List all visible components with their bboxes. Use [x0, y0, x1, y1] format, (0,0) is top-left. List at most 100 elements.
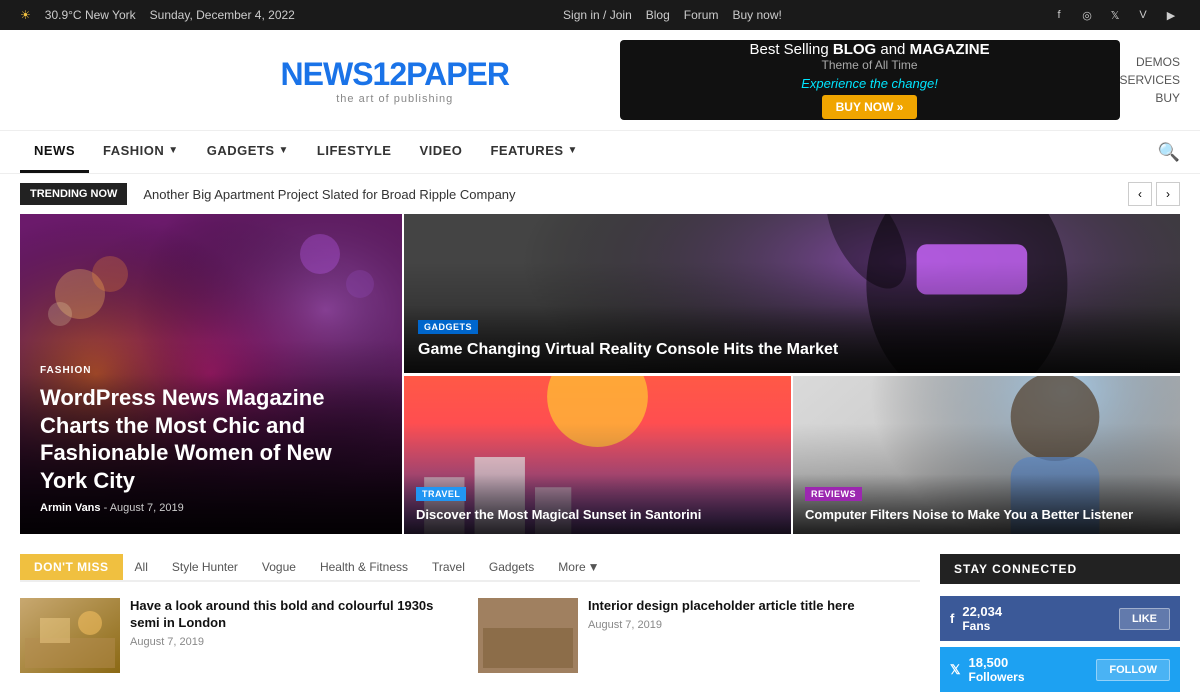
twitter-icon-connect: 𝕏	[950, 662, 960, 678]
top-bar: ☀ 30.9°C New York Sunday, December 4, 20…	[0, 0, 1200, 30]
article-thumb-2	[478, 598, 578, 673]
services-link[interactable]: SERVICES	[1120, 73, 1180, 87]
right-nav: DEMOS SERVICES BUY	[1120, 55, 1180, 105]
weather-icon: ☀	[20, 8, 31, 22]
facebook-like-button[interactable]: LIKE	[1119, 608, 1170, 630]
tab-travel[interactable]: Travel	[420, 554, 477, 580]
top-bar-nav: Sign in / Join Blog Forum Buy now!	[563, 8, 782, 22]
facebook-connect: f 22,034 Fans LIKE	[940, 596, 1180, 641]
nav-items: NEWS FASHION ▼ GADGETS ▼ LIFESTYLE VIDEO…	[20, 131, 592, 173]
trending-arrows: ‹ ›	[1128, 182, 1180, 206]
stay-connected: STAY CONNECTED f 22,034 Fans LIKE 𝕏 18,5…	[940, 554, 1180, 698]
santorini-category: TRAVEL	[416, 487, 466, 501]
vimeo-icon[interactable]: V	[1134, 6, 1152, 24]
header: NEWS12PAPER the art of publishing Best S…	[0, 30, 1200, 130]
twitter-follow-button[interactable]: FOLLOW	[1096, 659, 1170, 681]
demos-link[interactable]: DEMOS	[1136, 55, 1180, 69]
hero-overlay: FASHION WordPress News Magazine Charts t…	[20, 340, 402, 534]
trending-prev[interactable]: ‹	[1128, 182, 1152, 206]
tab-vogue[interactable]: Vogue	[250, 554, 308, 580]
youtube-icon[interactable]: ▶	[1162, 6, 1180, 24]
dont-miss-left: DON'T MISS All Style Hunter Vogue Health…	[20, 554, 920, 698]
reviews-card[interactable]: REVIEWS Computer Filters Noise to Make Y…	[793, 376, 1180, 534]
signin-link[interactable]: Sign in / Join	[563, 8, 632, 22]
trending-next[interactable]: ›	[1156, 182, 1180, 206]
vr-overlay: GADGETS Game Changing Virtual Reality Co…	[404, 305, 1180, 373]
facebook-icon[interactable]: f	[1050, 6, 1068, 24]
hero-bottom-right: TRAVEL Discover the Most Magical Sunset …	[404, 376, 1180, 535]
hero-title: WordPress News Magazine Charts the Most …	[40, 384, 382, 494]
ad-buy-button[interactable]: BUY NOW »	[822, 95, 918, 119]
santorini-title: Discover the Most Magical Sunset in Sant…	[416, 507, 779, 524]
tab-all[interactable]: All	[123, 554, 160, 580]
social-icons: f ◎ 𝕏 V ▶	[1050, 6, 1180, 24]
ad-sub: Experience the change!	[801, 76, 938, 91]
trending-bar: TRENDING NOW Another Big Apartment Proje…	[0, 174, 1200, 214]
twitter-connect-left: 𝕏 18,500 Followers	[950, 655, 1025, 684]
ad-banner[interactable]: Best Selling BLOG and MAGAZINE Theme of …	[620, 40, 1120, 120]
forum-link[interactable]: Forum	[684, 8, 719, 22]
article-date-1: August 7, 2019	[130, 636, 462, 648]
article-thumb-1	[20, 598, 120, 673]
tab-gadgets[interactable]: Gadgets	[477, 554, 546, 580]
nav-video[interactable]: VIDEO	[405, 131, 476, 173]
article-card-1[interactable]: Have a look around this bold and colourf…	[20, 598, 462, 673]
reviews-overlay: REVIEWS Computer Filters Noise to Make Y…	[793, 474, 1180, 534]
buy-link[interactable]: BUY	[1155, 91, 1180, 105]
twitter-count: 18,500	[968, 655, 1024, 670]
temperature: 30.9°C New York	[45, 8, 136, 22]
trending-text: Another Big Apartment Project Slated for…	[143, 187, 1112, 202]
article-title-1: Have a look around this bold and colourf…	[130, 598, 462, 632]
facebook-icon-connect: f	[950, 611, 954, 626]
nav-gadgets[interactable]: GADGETS ▼	[193, 131, 303, 173]
hero-top-right-card[interactable]: GADGETS Game Changing Virtual Reality Co…	[404, 214, 1180, 373]
article-title-2: Interior design placeholder article titl…	[588, 598, 855, 615]
buynow-link[interactable]: Buy now!	[732, 8, 781, 22]
twitter-unit: Followers	[968, 670, 1024, 684]
date-display: Sunday, December 4, 2022	[150, 8, 295, 22]
tab-health-fitness[interactable]: Health & Fitness	[308, 554, 420, 580]
vr-title: Game Changing Virtual Reality Console Hi…	[418, 340, 1166, 361]
hero-section: FASHION WordPress News Magazine Charts t…	[0, 214, 1200, 534]
stay-connected-label: STAY CONNECTED	[940, 554, 1180, 584]
ad-subtitle: Theme of All Time	[822, 58, 918, 72]
twitter-icon[interactable]: 𝕏	[1106, 6, 1124, 24]
santorini-overlay: TRAVEL Discover the Most Magical Sunset …	[404, 474, 791, 534]
santorini-card[interactable]: TRAVEL Discover the Most Magical Sunset …	[404, 376, 791, 534]
vr-category: GADGETS	[418, 320, 478, 334]
facebook-unit: Fans	[962, 619, 1002, 633]
nav-lifestyle[interactable]: LIFESTYLE	[303, 131, 406, 173]
main-nav: NEWS FASHION ▼ GADGETS ▼ LIFESTYLE VIDEO…	[0, 130, 1200, 174]
logo-text: NEWS12PAPER	[281, 56, 509, 93]
hero-author: Armin Vans - August 7, 2019	[40, 502, 382, 514]
logo-tagline: the art of publishing	[281, 93, 509, 105]
hero-category: FASHION	[40, 365, 91, 376]
ad-title: Best Selling BLOG and MAGAZINE	[749, 41, 989, 58]
reviews-title: Computer Filters Noise to Make You a Bet…	[805, 507, 1168, 524]
nav-news[interactable]: NEWS	[20, 131, 89, 173]
blog-link[interactable]: Blog	[646, 8, 670, 22]
dont-miss-tabs: All Style Hunter Vogue Health & Fitness …	[123, 554, 612, 580]
article-info-2: Interior design placeholder article titl…	[588, 598, 855, 673]
article-info-1: Have a look around this bold and colourf…	[130, 598, 462, 673]
nav-features[interactable]: FEATURES ▼	[476, 131, 592, 173]
tab-more[interactable]: More ▼	[546, 554, 611, 580]
hero-main-card[interactable]: FASHION WordPress News Magazine Charts t…	[20, 214, 402, 534]
article-date-2: August 7, 2019	[588, 619, 855, 631]
tab-style-hunter[interactable]: Style Hunter	[160, 554, 250, 580]
trending-label: TRENDING NOW	[20, 183, 127, 205]
reviews-category: REVIEWS	[805, 487, 862, 501]
instagram-icon[interactable]: ◎	[1078, 6, 1096, 24]
search-button[interactable]: 🔍	[1158, 142, 1180, 163]
articles-grid: Have a look around this bold and colourf…	[20, 598, 920, 673]
facebook-connect-left: f 22,034 Fans	[950, 604, 1002, 633]
facebook-count: 22,034	[962, 604, 1002, 619]
logo: NEWS12PAPER the art of publishing	[281, 56, 509, 105]
dont-miss-header: DON'T MISS All Style Hunter Vogue Health…	[20, 554, 920, 582]
twitter-connect: 𝕏 18,500 Followers FOLLOW	[940, 647, 1180, 692]
article-card-2[interactable]: Interior design placeholder article titl…	[478, 598, 920, 673]
dont-miss-label: DON'T MISS	[20, 554, 123, 580]
dont-miss-section: DON'T MISS All Style Hunter Vogue Health…	[0, 554, 1200, 698]
nav-fashion[interactable]: FASHION ▼	[89, 131, 193, 173]
top-bar-left: ☀ 30.9°C New York Sunday, December 4, 20…	[20, 8, 295, 22]
